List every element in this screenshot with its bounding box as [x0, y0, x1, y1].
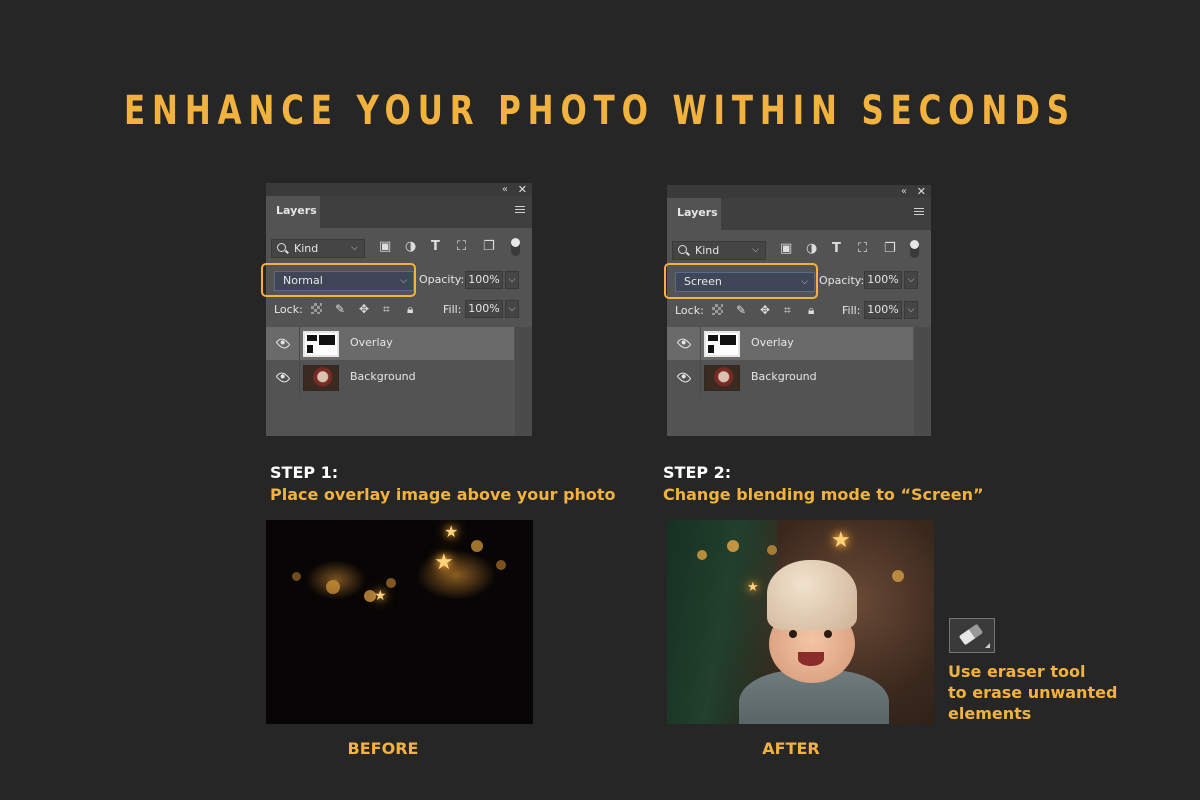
fill-input[interactable]: 100% [864, 301, 902, 319]
eye-icon[interactable] [275, 336, 291, 351]
after-caption: AFTER [762, 739, 820, 758]
tab-layers[interactable]: Layers [667, 198, 721, 230]
layer-row-overlay[interactable]: Overlay [667, 327, 913, 360]
lock-label: Lock: [274, 303, 303, 316]
image-icon[interactable]: ▣ [379, 239, 391, 254]
type-icon[interactable]: T [832, 241, 841, 256]
fill-label: Fill: [842, 304, 861, 317]
kind-filter-select[interactable]: Kind ⌵ [672, 241, 766, 260]
lock-all-icon[interactable]: 🔒︎ [808, 303, 814, 318]
layer-name: Overlay [751, 336, 794, 349]
lock-artboard-icon[interactable]: ⌗ [784, 303, 791, 318]
collapse-icon[interactable]: « [502, 183, 508, 196]
blend-mode-highlight [664, 263, 818, 299]
after-image: ★ ★ [667, 520, 934, 724]
opacity-input[interactable]: 100% [864, 271, 902, 289]
adjustment-icon[interactable]: ◑ [405, 239, 416, 254]
layer-name: Background [751, 370, 817, 383]
layers-list: Overlay Background [266, 327, 532, 436]
filter-toggle[interactable] [910, 240, 919, 258]
shape-icon[interactable]: ⛶ [858, 241, 867, 256]
fill-input[interactable]: 100% [465, 300, 503, 318]
panel-tabs: Layers [266, 196, 532, 228]
image-icon[interactable]: ▣ [780, 241, 792, 256]
layer-row-background[interactable]: Background [667, 361, 913, 394]
opacity-dropdown[interactable]: ⌵ [505, 271, 519, 289]
filter-icons: ▣ ◑ T ⛶ ❐ [780, 241, 910, 259]
panel-menu-icon[interactable] [914, 208, 924, 217]
shape-icon[interactable]: ⛶ [457, 239, 466, 254]
close-icon[interactable]: ✕ [917, 185, 926, 198]
chevron-down-icon: ⌵ [351, 243, 358, 253]
opacity-label: Opacity: [419, 273, 465, 286]
blend-mode-highlight [261, 263, 416, 297]
lock-paint-icon[interactable]: ✎ [335, 302, 345, 316]
layer-row-overlay[interactable]: Overlay [266, 327, 514, 360]
type-icon[interactable]: T [431, 239, 440, 254]
layers-list: Overlay Background [667, 327, 931, 436]
panel-menu-icon[interactable] [515, 206, 525, 215]
smart-object-icon[interactable]: ❐ [483, 239, 495, 254]
fill-dropdown[interactable]: ⌵ [904, 301, 918, 319]
scrollbar[interactable] [914, 327, 931, 436]
photo-thumbnail [704, 365, 740, 391]
before-caption: BEFORE [347, 739, 419, 758]
lock-paint-icon[interactable]: ✎ [736, 303, 746, 317]
eye-icon[interactable] [676, 370, 692, 385]
lock-position-icon[interactable]: ✥ [359, 302, 369, 316]
chevron-down-icon: ⌵ [752, 245, 759, 255]
eraser-note: Use eraser tool to erase unwanted elemen… [948, 661, 1117, 724]
kind-filter-label: Kind [294, 242, 319, 255]
eye-icon[interactable] [275, 370, 291, 385]
fill-dropdown[interactable]: ⌵ [505, 300, 519, 318]
search-icon [678, 245, 687, 254]
overlay-thumbnail [704, 331, 740, 357]
collapse-icon[interactable]: « [901, 185, 907, 198]
lock-all-icon[interactable]: 🔒︎ [407, 302, 413, 317]
layer-name: Overlay [350, 336, 393, 349]
layer-row-background[interactable]: Background [266, 361, 514, 394]
lock-transparent-icon[interactable] [712, 304, 723, 315]
eraser-note-line-3: elements [948, 704, 1032, 723]
eraser-icon [949, 618, 995, 653]
layers-panel-1: « ✕ Layers Kind ⌵ ▣ ◑ T ⛶ ❐ Normal ⌵ Opa… [261, 183, 532, 436]
step-1-heading: STEP 1: [270, 463, 339, 482]
panel-titlebar: « ✕ [266, 183, 532, 196]
photo-thumbnail [303, 365, 339, 391]
lock-icons: ✎ ✥ ⌗ 🔒︎ [311, 302, 421, 316]
eraser-note-line-2: to erase unwanted [948, 683, 1118, 702]
layer-name: Background [350, 370, 416, 383]
eye-icon[interactable] [676, 336, 692, 351]
lock-position-icon[interactable]: ✥ [760, 303, 770, 317]
opacity-input[interactable]: 100% [465, 271, 503, 289]
layers-panel-2: « ✕ Layers Kind ⌵ ▣ ◑ T ⛶ ❐ Screen ⌵ Opa… [664, 185, 931, 436]
kind-filter-label: Kind [695, 244, 720, 257]
kind-filter-select[interactable]: Kind ⌵ [271, 239, 365, 258]
filter-icons: ▣ ◑ T ⛶ ❐ [379, 239, 509, 257]
panel-tabs: Layers [667, 198, 931, 230]
search-icon [277, 243, 286, 252]
step-1-text: Place overlay image above your photo [270, 485, 616, 504]
fill-label: Fill: [443, 303, 462, 316]
lock-icons: ✎ ✥ ⌗ 🔒︎ [712, 303, 822, 317]
eraser-note-line-1: Use eraser tool [948, 662, 1086, 681]
filter-toggle[interactable] [511, 238, 520, 256]
scrollbar[interactable] [515, 327, 532, 436]
panel-titlebar: « ✕ [667, 185, 931, 198]
step-2-text: Change blending mode to “Screen” [663, 485, 984, 504]
lock-label: Lock: [675, 304, 704, 317]
opacity-label: Opacity: [819, 274, 865, 287]
close-icon[interactable]: ✕ [518, 183, 527, 196]
page-title: ENHANCE YOUR PHOTO WITHIN SECONDS [124, 88, 1076, 134]
opacity-dropdown[interactable]: ⌵ [904, 271, 918, 289]
lock-transparent-icon[interactable] [311, 303, 322, 314]
before-image: ★ ★ ★ [266, 520, 533, 724]
lock-artboard-icon[interactable]: ⌗ [383, 302, 390, 317]
step-2-heading: STEP 2: [663, 463, 732, 482]
overlay-thumbnail [303, 331, 339, 357]
adjustment-icon[interactable]: ◑ [806, 241, 817, 256]
tab-layers[interactable]: Layers [266, 196, 320, 228]
smart-object-icon[interactable]: ❐ [884, 241, 896, 256]
